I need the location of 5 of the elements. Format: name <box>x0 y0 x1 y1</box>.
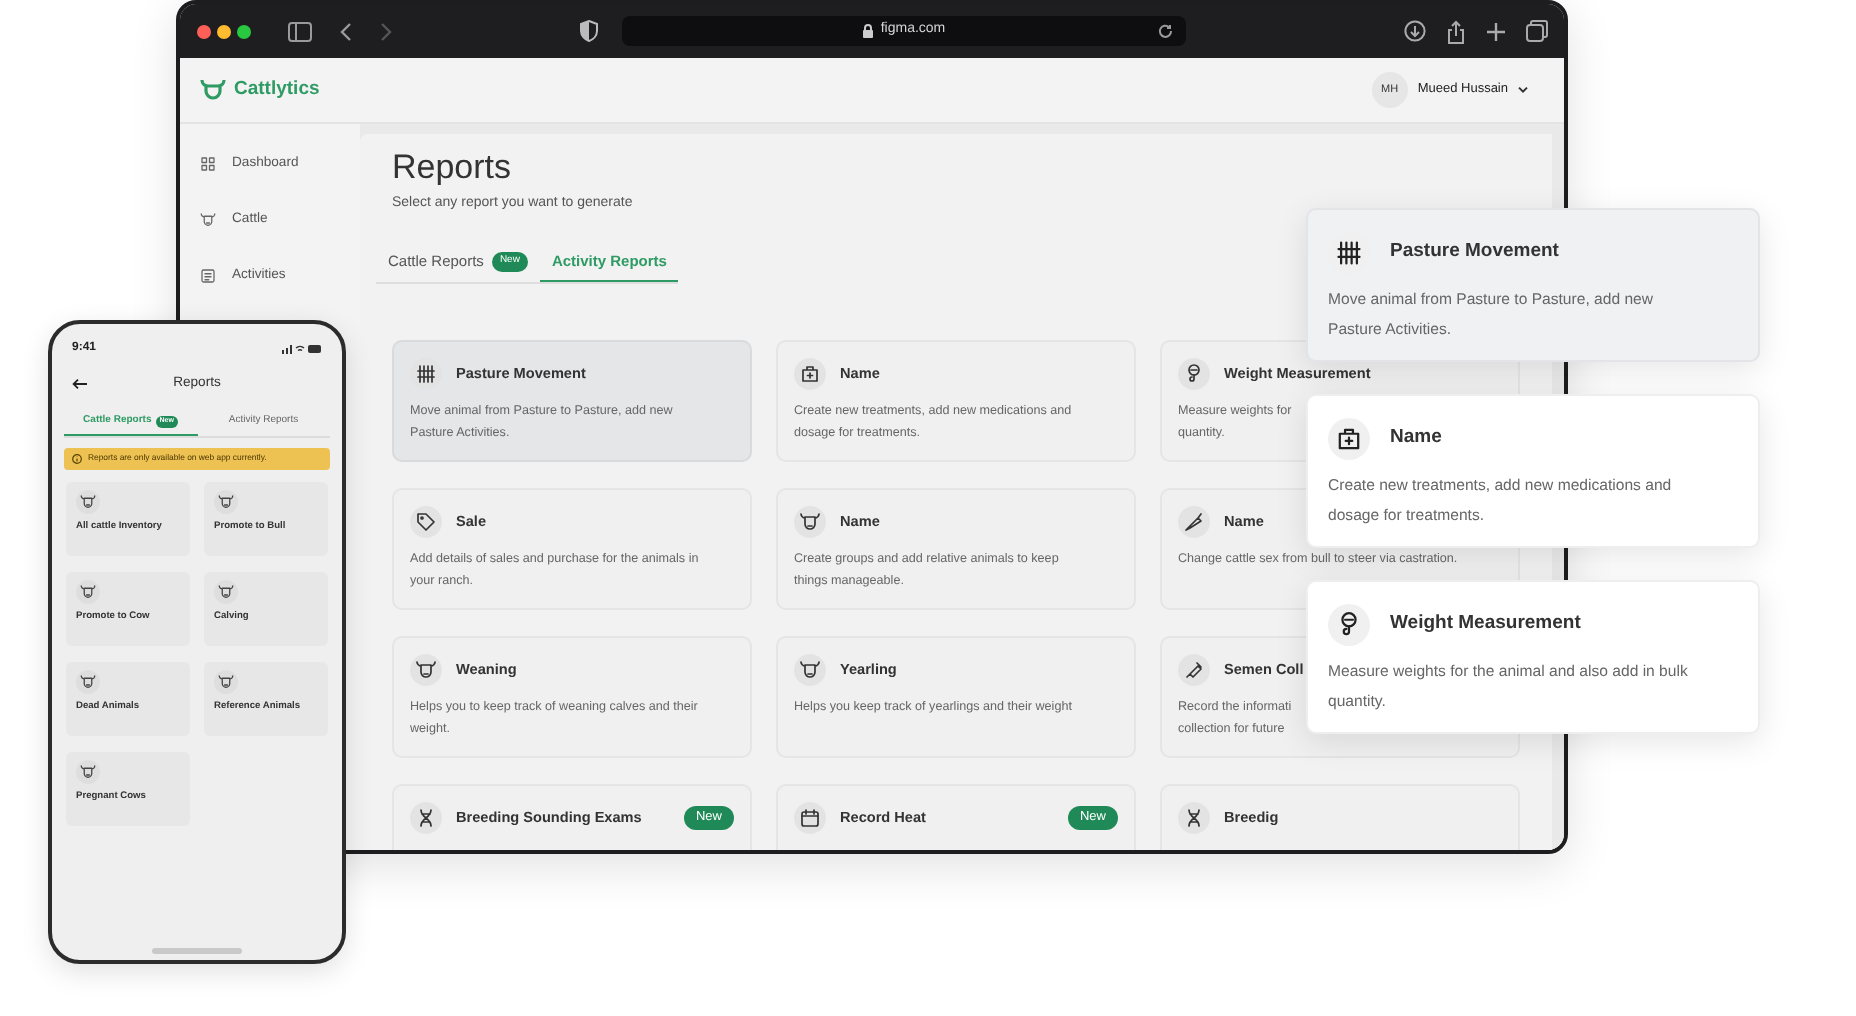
app-logo-text: Cattlytics <box>234 75 320 104</box>
page-title: Reports <box>392 148 514 188</box>
card-title: Pasture Movement <box>1390 238 1559 267</box>
card-title: Name <box>1390 424 1442 453</box>
card-title: Weight Measurement <box>1390 610 1581 639</box>
